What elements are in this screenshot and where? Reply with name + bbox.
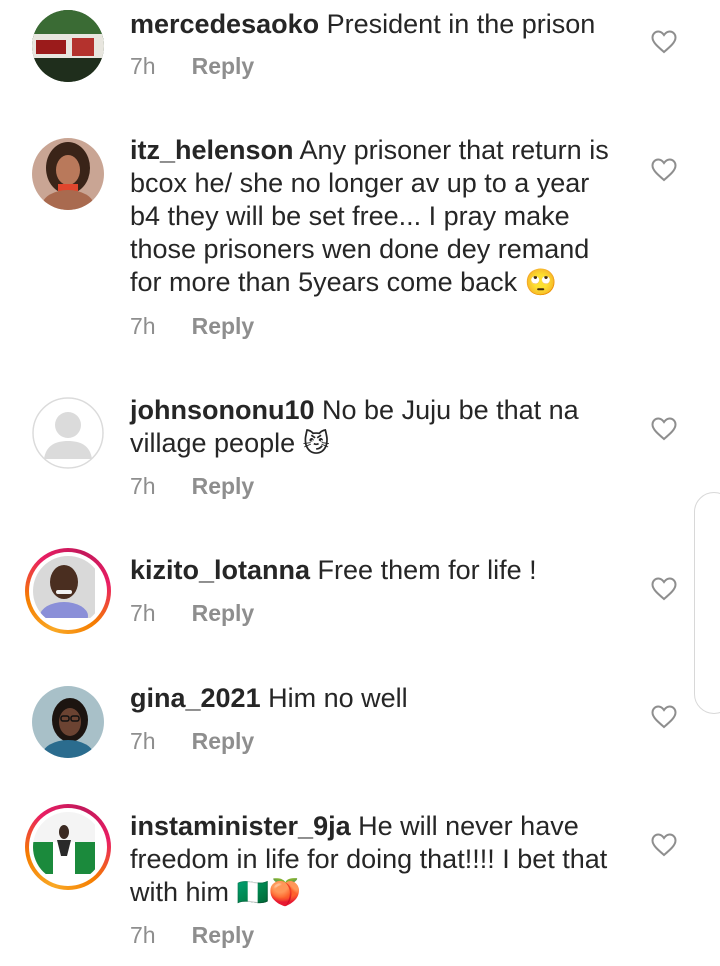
comment-text: itz_helenson Any prisoner that return is…: [130, 134, 620, 300]
heart-icon[interactable]: [651, 705, 677, 729]
scroll-handle[interactable]: [694, 492, 720, 714]
reply-button[interactable]: Reply: [192, 728, 255, 754]
comment-text: mercedesaoko President in the prison: [130, 8, 620, 41]
avatar[interactable]: [32, 10, 104, 82]
heart-icon[interactable]: [651, 158, 677, 182]
comment-body: Him no well: [268, 683, 408, 713]
reply-button[interactable]: Reply: [192, 53, 255, 79]
comment-text: johnsononu10 No be Juju be that na villa…: [130, 394, 620, 461]
comment-username[interactable]: itz_helenson: [130, 135, 294, 165]
comment-username[interactable]: gina_2021: [130, 683, 261, 713]
avatar[interactable]: [32, 397, 104, 469]
comment-username[interactable]: instaminister_9ja: [130, 811, 351, 841]
reply-button[interactable]: Reply: [192, 922, 255, 948]
avatar[interactable]: [25, 548, 111, 634]
reply-button[interactable]: Reply: [192, 473, 255, 499]
comment-meta: 7h Reply: [130, 922, 254, 949]
comment-time: 7h: [130, 728, 156, 754]
emoji: 🙄: [524, 268, 558, 298]
reply-button[interactable]: Reply: [192, 313, 255, 339]
comment-text: gina_2021 Him no well: [130, 682, 620, 715]
comment-meta: 7h Reply: [130, 600, 254, 627]
comment-text: instaminister_9ja He will never have fre…: [130, 810, 620, 910]
comment-time: 7h: [130, 922, 156, 948]
comment-body: President in the prison: [326, 9, 596, 39]
comment-meta: 7h Reply: [130, 728, 254, 755]
comment-meta: 7h Reply: [130, 473, 254, 500]
comment-time: 7h: [130, 313, 156, 339]
comment-username[interactable]: mercedesaoko: [130, 9, 319, 39]
reply-button[interactable]: Reply: [192, 600, 255, 626]
comment-meta: 7h Reply: [130, 313, 254, 340]
avatar[interactable]: [32, 138, 104, 210]
comment-text: kizito_lotanna Free them for life !: [130, 554, 620, 587]
heart-icon[interactable]: [651, 30, 677, 54]
comment-meta: 7h Reply: [130, 53, 254, 80]
comment-time: 7h: [130, 473, 156, 499]
emoji: 😼: [302, 429, 330, 459]
emoji: 🇳🇬🍑: [236, 878, 302, 908]
comment-body: Free them for life !: [317, 555, 537, 585]
heart-icon[interactable]: [651, 833, 677, 857]
avatar[interactable]: [25, 804, 111, 890]
avatar[interactable]: [32, 686, 104, 758]
comment-time: 7h: [130, 53, 156, 79]
comment-time: 7h: [130, 600, 156, 626]
heart-icon[interactable]: [651, 577, 677, 601]
comment-username[interactable]: johnsononu10: [130, 395, 315, 425]
heart-icon[interactable]: [651, 417, 677, 441]
comment-username[interactable]: kizito_lotanna: [130, 555, 310, 585]
